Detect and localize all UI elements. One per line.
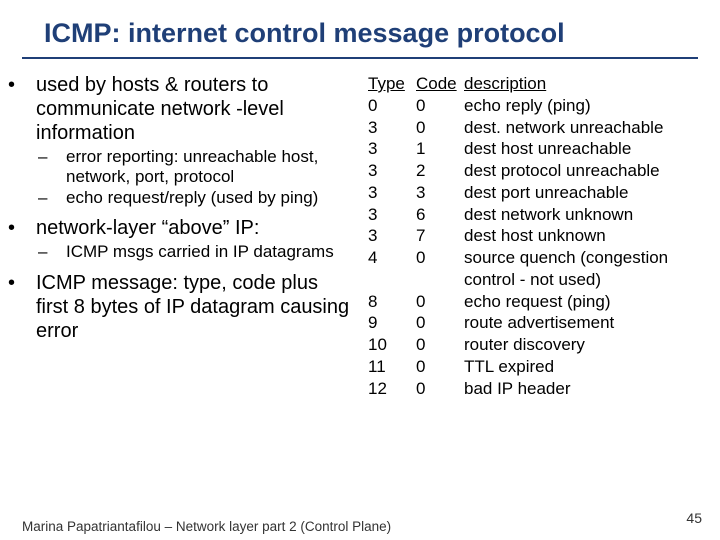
cell-code: 0 bbox=[416, 378, 464, 400]
cell-type: 3 bbox=[368, 182, 416, 204]
cell-code: 0 bbox=[416, 247, 464, 291]
left-column: •used by hosts & routers to communicate … bbox=[22, 73, 360, 399]
subbullet-2: –echo request/reply (used by ping) bbox=[66, 188, 350, 208]
cell-desc: dest. network unreachable bbox=[464, 117, 698, 139]
cell-type: 3 bbox=[368, 204, 416, 226]
page-number: 45 bbox=[686, 510, 702, 526]
footer-text: Marina Papatriantafilou – Network layer … bbox=[22, 519, 391, 534]
cell-code: 0 bbox=[416, 291, 464, 313]
cell-type: 3 bbox=[368, 117, 416, 139]
subbullet-1: –error reporting: unreachable host, netw… bbox=[66, 147, 350, 188]
cell-type: 9 bbox=[368, 312, 416, 334]
cell-desc: route advertisement bbox=[464, 312, 698, 334]
cell-type: 8 bbox=[368, 291, 416, 313]
cell-desc: bad IP header bbox=[464, 378, 698, 400]
cell-desc: echo request (ping) bbox=[464, 291, 698, 313]
title-rule bbox=[22, 57, 698, 59]
cell-desc: router discovery bbox=[464, 334, 698, 356]
cell-type: 11 bbox=[368, 356, 416, 378]
cell-desc: dest host unreachable bbox=[464, 138, 698, 160]
cell-desc: echo reply (ping) bbox=[464, 95, 698, 117]
cell-code: 1 bbox=[416, 138, 464, 160]
cell-type: 3 bbox=[368, 225, 416, 247]
slide-title: ICMP: internet control message protocol bbox=[0, 0, 720, 57]
bullet-3-text: ICMP message: type, code plus first 8 by… bbox=[36, 272, 349, 342]
subbullet-2-text: echo request/reply (used by ping) bbox=[66, 188, 318, 207]
cell-type: 3 bbox=[368, 138, 416, 160]
bullet-1-text: used by hosts & routers to communicate n… bbox=[36, 74, 284, 144]
cell-code: 0 bbox=[416, 356, 464, 378]
cell-type: 10 bbox=[368, 334, 416, 356]
col-header-code: Code bbox=[416, 73, 464, 95]
col-header-type: Type bbox=[368, 73, 416, 95]
bullet-3: •ICMP message: type, code plus first 8 b… bbox=[36, 271, 350, 343]
subbullet-1-text: error reporting: unreachable host, netwo… bbox=[66, 147, 318, 186]
bullet-2-text: network-layer “above” IP: bbox=[36, 217, 259, 239]
cell-desc: dest network unknown bbox=[464, 204, 698, 226]
bullet-2: •network-layer “above” IP: bbox=[36, 216, 350, 240]
bullet-1: •used by hosts & routers to communicate … bbox=[36, 73, 350, 145]
cell-type: 3 bbox=[368, 160, 416, 182]
icmp-table: Type Code description 0 0 echo reply (pi… bbox=[368, 73, 698, 399]
cell-code: 3 bbox=[416, 182, 464, 204]
cell-desc: TTL expired bbox=[464, 356, 698, 378]
subbullet-3: –ICMP msgs carried in IP datagrams bbox=[66, 242, 350, 262]
subbullet-3-text: ICMP msgs carried in IP datagrams bbox=[66, 242, 334, 261]
right-column: Type Code description 0 0 echo reply (pi… bbox=[360, 73, 698, 399]
cell-type: 0 bbox=[368, 95, 416, 117]
cell-desc: dest protocol unreachable bbox=[464, 160, 698, 182]
cell-code: 0 bbox=[416, 312, 464, 334]
cell-code: 2 bbox=[416, 160, 464, 182]
cell-desc: dest port unreachable bbox=[464, 182, 698, 204]
cell-desc: source quench (congestion control - not … bbox=[464, 247, 698, 291]
cell-code: 0 bbox=[416, 334, 464, 356]
cell-code: 0 bbox=[416, 117, 464, 139]
col-header-description: description bbox=[464, 73, 698, 95]
cell-type: 12 bbox=[368, 378, 416, 400]
cell-code: 7 bbox=[416, 225, 464, 247]
cell-desc: dest host unknown bbox=[464, 225, 698, 247]
cell-code: 0 bbox=[416, 95, 464, 117]
cell-code: 6 bbox=[416, 204, 464, 226]
content-area: •used by hosts & routers to communicate … bbox=[0, 69, 720, 399]
cell-type: 4 bbox=[368, 247, 416, 291]
